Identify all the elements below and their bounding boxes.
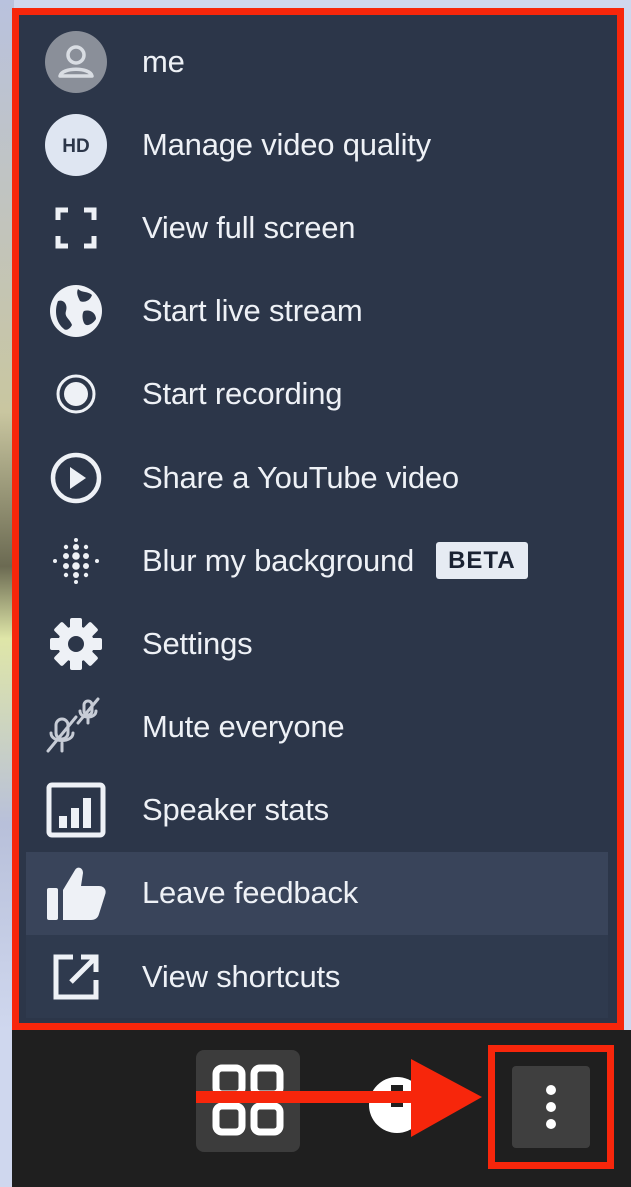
menu-item-label: Settings (142, 625, 253, 661)
gear-icon (26, 602, 126, 685)
menu-item-blur-background[interactable]: Blur my background BETA (26, 519, 608, 602)
beta-badge: BETA (436, 542, 528, 580)
fullscreen-icon (26, 186, 126, 269)
more-button-highlight-box (488, 1045, 614, 1169)
menu-item-label: me (142, 43, 185, 79)
menu-item-label: Mute everyone (142, 709, 345, 745)
menu-item-settings[interactable]: Settings (26, 602, 608, 685)
menu-item-label: Blur my background (142, 542, 415, 578)
menu-item-label: Start recording (142, 376, 343, 412)
bar-chart-icon (26, 769, 126, 852)
menu-item-mute-everyone[interactable]: Mute everyone (26, 686, 608, 769)
avatar-icon (26, 20, 126, 103)
menu-item-start-live-stream[interactable]: Start live stream (26, 270, 608, 353)
menu-item-label: Manage video quality (142, 126, 431, 162)
more-vertical-icon (546, 1085, 556, 1129)
menu-item-label: Share a YouTube video (142, 459, 459, 495)
menu-item-label: Start live stream (142, 293, 363, 329)
menu-item-share-youtube-video[interactable]: Share a YouTube video (26, 436, 608, 519)
more-options-button[interactable] (512, 1066, 590, 1148)
record-icon (26, 353, 126, 436)
hd-icon: HD (26, 103, 126, 186)
bottom-toolbar (12, 1030, 631, 1187)
play-circle-icon (26, 436, 126, 519)
blur-dots-icon (26, 519, 126, 602)
menu-item-manage-video-quality[interactable]: HD Manage video quality (26, 103, 608, 186)
menu-item-label: View shortcuts (142, 958, 341, 994)
menu-item-view-shortcuts[interactable]: View shortcuts (26, 935, 608, 1019)
menu-item-speaker-stats[interactable]: Speaker stats (26, 769, 608, 852)
overflow-menu: me HD Manage video quality View full scr… (26, 20, 608, 1019)
menu-item-label: Leave feedback (142, 875, 359, 911)
menu-item-label: View full screen (142, 209, 356, 245)
menu-item-label: Speaker stats (142, 792, 329, 828)
external-link-icon (26, 935, 126, 1018)
tile-view-icon (212, 1064, 284, 1136)
hd-icon-text: HD (62, 136, 89, 157)
menu-item-me[interactable]: me (26, 20, 608, 103)
menu-item-view-full-screen[interactable]: View full screen (26, 186, 608, 269)
menu-item-leave-feedback[interactable]: Leave feedback (26, 851, 608, 936)
menu-highlight-box: me HD Manage video quality View full scr… (12, 8, 624, 1030)
thumbs-up-icon (26, 852, 126, 935)
partially-hidden-icon[interactable] (367, 1075, 427, 1135)
mic-muted-icon (26, 686, 126, 769)
menu-item-start-recording[interactable]: Start recording (26, 353, 608, 436)
globe-icon (26, 270, 126, 353)
tile-view-button[interactable] (196, 1050, 300, 1152)
